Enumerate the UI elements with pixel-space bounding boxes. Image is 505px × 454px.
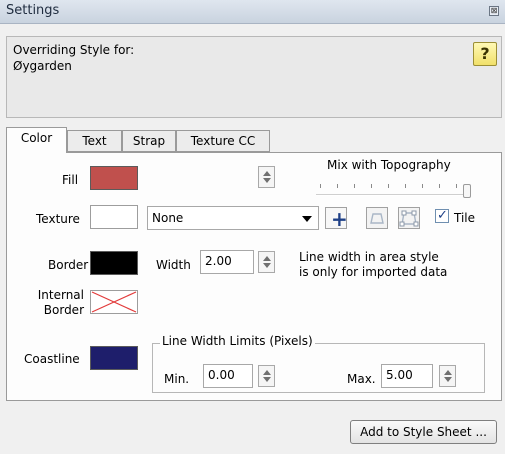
- slider-tick: [354, 184, 355, 188]
- texture-dropdown[interactable]: None: [147, 206, 319, 230]
- internal-border-label-line1: Internal: [37, 288, 84, 302]
- coastline-color-swatch[interactable]: [90, 346, 138, 370]
- line-width-note-line2: is only for imported data: [299, 265, 448, 279]
- border-width-spinner[interactable]: [258, 251, 275, 273]
- max-label: Max.: [347, 372, 376, 386]
- polygon-outline-icon: [370, 213, 384, 224]
- tab-color[interactable]: Color: [6, 127, 67, 153]
- slider-tick: [456, 184, 457, 188]
- tile-checkbox[interactable]: ✓: [435, 208, 449, 223]
- help-icon[interactable]: ?: [473, 42, 497, 66]
- texture-shape-button-2[interactable]: [398, 207, 420, 229]
- tile-label: Tile: [454, 211, 476, 225]
- internal-border-swatch[interactable]: [90, 290, 138, 314]
- border-width-field[interactable]: 2.00: [200, 250, 254, 274]
- texture-dropdown-value: None: [152, 211, 184, 225]
- dropdown-arrow-icon: [302, 216, 312, 222]
- add-to-style-sheet-button[interactable]: Add to Style Sheet ...: [350, 420, 497, 444]
- width-label: Width: [156, 258, 191, 272]
- fill-spinner[interactable]: [258, 166, 275, 188]
- slider-tick: [320, 184, 321, 188]
- internal-border-label-line2: Border: [43, 303, 84, 317]
- tab-text[interactable]: Text: [67, 130, 122, 152]
- region-name: Øygarden: [13, 59, 72, 73]
- no-color-icon: [91, 291, 137, 313]
- window-title: Settings: [6, 3, 60, 18]
- fill-color-swatch[interactable]: [90, 166, 138, 190]
- title-bar: Settings ⊠: [0, 0, 505, 24]
- mix-topography-label: Mix with Topography: [327, 158, 451, 172]
- style-info-box: Overriding Style for: Øygarden ?: [6, 36, 502, 118]
- coastline-label: Coastline: [24, 352, 80, 366]
- override-label: Overriding Style for:: [13, 43, 135, 57]
- slider-tick: [439, 184, 440, 188]
- slider-tick: [337, 184, 338, 188]
- tab-texture-cc[interactable]: Texture CC: [176, 130, 270, 152]
- tab-strap[interactable]: Strap: [122, 130, 176, 152]
- min-label: Min.: [164, 372, 190, 386]
- slider-tick: [405, 184, 406, 188]
- plus-icon: +: [331, 207, 348, 231]
- close-button[interactable]: ⊠: [489, 6, 499, 16]
- texture-color-swatch[interactable]: [90, 205, 138, 229]
- slider-tick: [388, 184, 389, 188]
- slider-tick: [371, 184, 372, 188]
- texture-label: Texture: [36, 212, 80, 226]
- texture-shape-button-1[interactable]: [366, 207, 388, 229]
- line-width-limits-group: [152, 343, 485, 393]
- mix-slider-track[interactable]: [316, 194, 468, 196]
- max-width-field[interactable]: 5.00: [381, 364, 433, 388]
- min-width-field[interactable]: 0.00: [203, 364, 253, 388]
- mix-slider-thumb[interactable]: [463, 184, 471, 198]
- add-texture-button[interactable]: +: [325, 207, 348, 231]
- min-width-spinner[interactable]: [258, 365, 275, 387]
- polygon-corners-icon: [399, 210, 419, 227]
- max-width-spinner[interactable]: [439, 365, 456, 387]
- checkmark-icon: ✓: [437, 208, 448, 223]
- border-color-swatch[interactable]: [90, 251, 138, 275]
- line-width-limits-title: Line Width Limits (Pixels): [160, 334, 315, 348]
- line-width-note-line1: Line width in area style: [299, 250, 439, 264]
- border-label: Border: [48, 258, 89, 272]
- slider-tick: [422, 184, 423, 188]
- fill-label: Fill: [62, 173, 79, 187]
